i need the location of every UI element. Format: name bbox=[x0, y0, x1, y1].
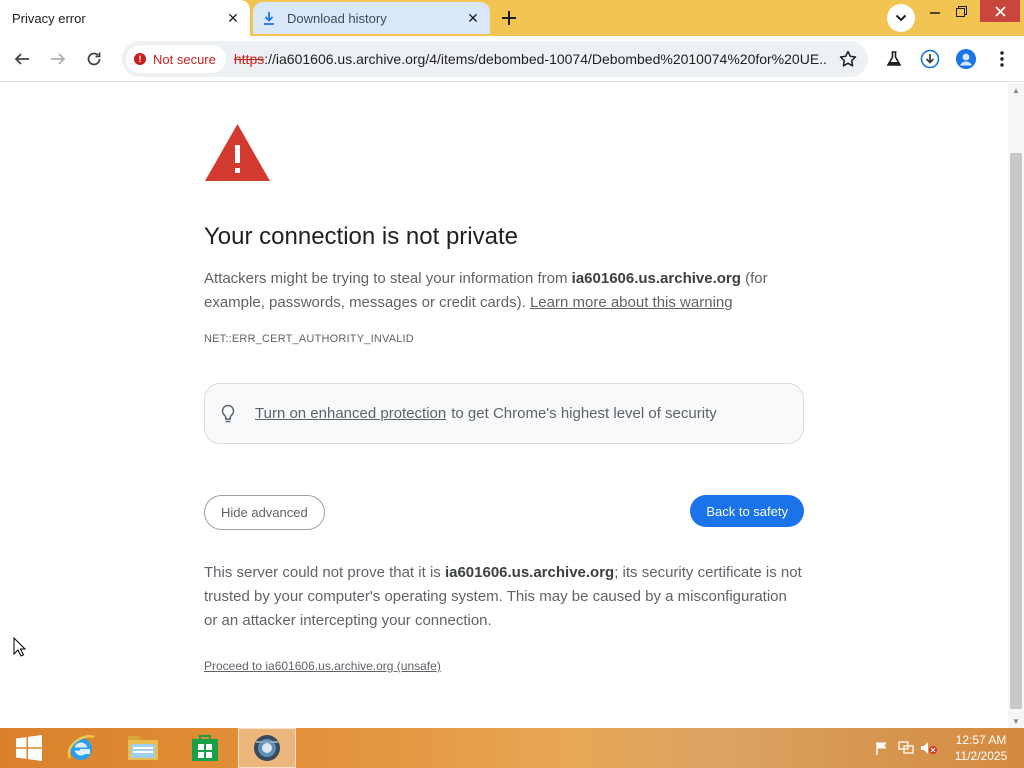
clock-date: 11/2/2025 bbox=[954, 749, 1008, 763]
warning-icon: ! bbox=[134, 53, 146, 65]
tab-strip: Privacy error ✕ Download history ✕ bbox=[0, 0, 1024, 36]
details-paragraph: This server could not prove that it is i… bbox=[204, 561, 804, 633]
downloads-icon[interactable] bbox=[916, 45, 944, 73]
proceed-unsafe-link[interactable]: Proceed to ia601606.us.archive.org (unsa… bbox=[204, 659, 441, 673]
scroll-up-icon[interactable]: ▲ bbox=[1008, 83, 1024, 97]
mouse-cursor-icon bbox=[13, 636, 27, 662]
intro-paragraph: Attackers might be trying to steal your … bbox=[204, 267, 804, 315]
learn-more-link[interactable]: Learn more about this warning bbox=[530, 294, 733, 311]
reload-icon[interactable] bbox=[80, 45, 108, 73]
intro-text: Attackers might be trying to steal your … bbox=[204, 270, 572, 287]
error-code: NET::ERR_CERT_AUTHORITY_INVALID bbox=[204, 333, 414, 345]
close-window-button[interactable] bbox=[980, 0, 1020, 22]
chrome-taskbar-icon[interactable] bbox=[238, 728, 296, 768]
bookmark-star-icon[interactable] bbox=[838, 49, 858, 69]
tab-title: Download history bbox=[287, 10, 387, 26]
menu-kebab-icon[interactable] bbox=[988, 45, 1016, 73]
hide-advanced-button[interactable]: Hide advanced bbox=[204, 495, 325, 530]
close-tab-icon[interactable]: ✕ bbox=[222, 7, 244, 29]
not-secure-label: Not secure bbox=[153, 51, 216, 67]
close-tab-icon[interactable]: ✕ bbox=[462, 7, 484, 29]
download-icon bbox=[263, 11, 279, 25]
tab-download-history[interactable]: Download history ✕ bbox=[253, 2, 490, 34]
tab-privacy-error[interactable]: Privacy error ✕ bbox=[0, 0, 250, 36]
tab-search-button[interactable] bbox=[887, 4, 915, 32]
windows-taskbar: 12:57 AM 11/2/2025 bbox=[0, 728, 1024, 768]
enhanced-protection-text: to get Chrome's highest level of securit… bbox=[451, 405, 717, 422]
store-icon[interactable] bbox=[176, 728, 234, 768]
clock-time: 12:57 AM bbox=[955, 733, 1007, 747]
page-scrollbar[interactable]: ▲ ▼ bbox=[1008, 83, 1024, 728]
network-icon[interactable] bbox=[897, 740, 915, 756]
enhanced-protection-banner: Turn on enhanced protection to get Chrom… bbox=[204, 383, 804, 444]
system-clock[interactable]: 12:57 AM 11/2/2025 bbox=[944, 732, 1018, 764]
back-icon[interactable] bbox=[8, 45, 36, 73]
host-name: ia601606.us.archive.org bbox=[571, 270, 741, 287]
forward-icon[interactable] bbox=[44, 45, 72, 73]
scroll-down-icon[interactable]: ▼ bbox=[1008, 714, 1024, 728]
new-tab-button[interactable] bbox=[495, 4, 523, 32]
action-center-flag-icon[interactable] bbox=[873, 740, 891, 756]
profile-avatar-icon[interactable] bbox=[952, 45, 980, 73]
page-title: Your connection is not private bbox=[204, 223, 518, 250]
restore-button[interactable] bbox=[948, 0, 974, 22]
file-explorer-icon[interactable] bbox=[114, 728, 172, 768]
url-scheme: https bbox=[233, 51, 265, 67]
url-path: ://ia601606.us.archive.org/4/items/debom… bbox=[264, 51, 826, 67]
address-bar[interactable]: ! Not secure https://ia601606.us.archive… bbox=[122, 41, 868, 77]
internet-explorer-icon[interactable] bbox=[52, 728, 110, 768]
lightbulb-icon bbox=[221, 404, 241, 424]
warning-triangle-icon bbox=[204, 123, 271, 187]
labs-flask-icon[interactable] bbox=[880, 45, 908, 73]
back-to-safety-button[interactable]: Back to safety bbox=[690, 495, 804, 527]
volume-muted-icon[interactable] bbox=[920, 740, 938, 756]
scrollbar-thumb[interactable] bbox=[1010, 153, 1022, 709]
url-text[interactable]: https://ia601606.us.archive.org/4/items/… bbox=[234, 51, 826, 67]
host-name: ia601606.us.archive.org bbox=[444, 564, 615, 581]
minimize-button[interactable] bbox=[922, 0, 948, 22]
security-chip[interactable]: ! Not secure bbox=[126, 45, 226, 73]
browser-toolbar: ! Not secure https://ia601606.us.archive… bbox=[0, 36, 1024, 82]
tab-title: Privacy error bbox=[12, 10, 86, 26]
enhanced-protection-link[interactable]: Turn on enhanced protection bbox=[255, 405, 446, 422]
start-button[interactable] bbox=[0, 728, 58, 768]
details-text: This server could not prove that it is bbox=[204, 564, 445, 581]
